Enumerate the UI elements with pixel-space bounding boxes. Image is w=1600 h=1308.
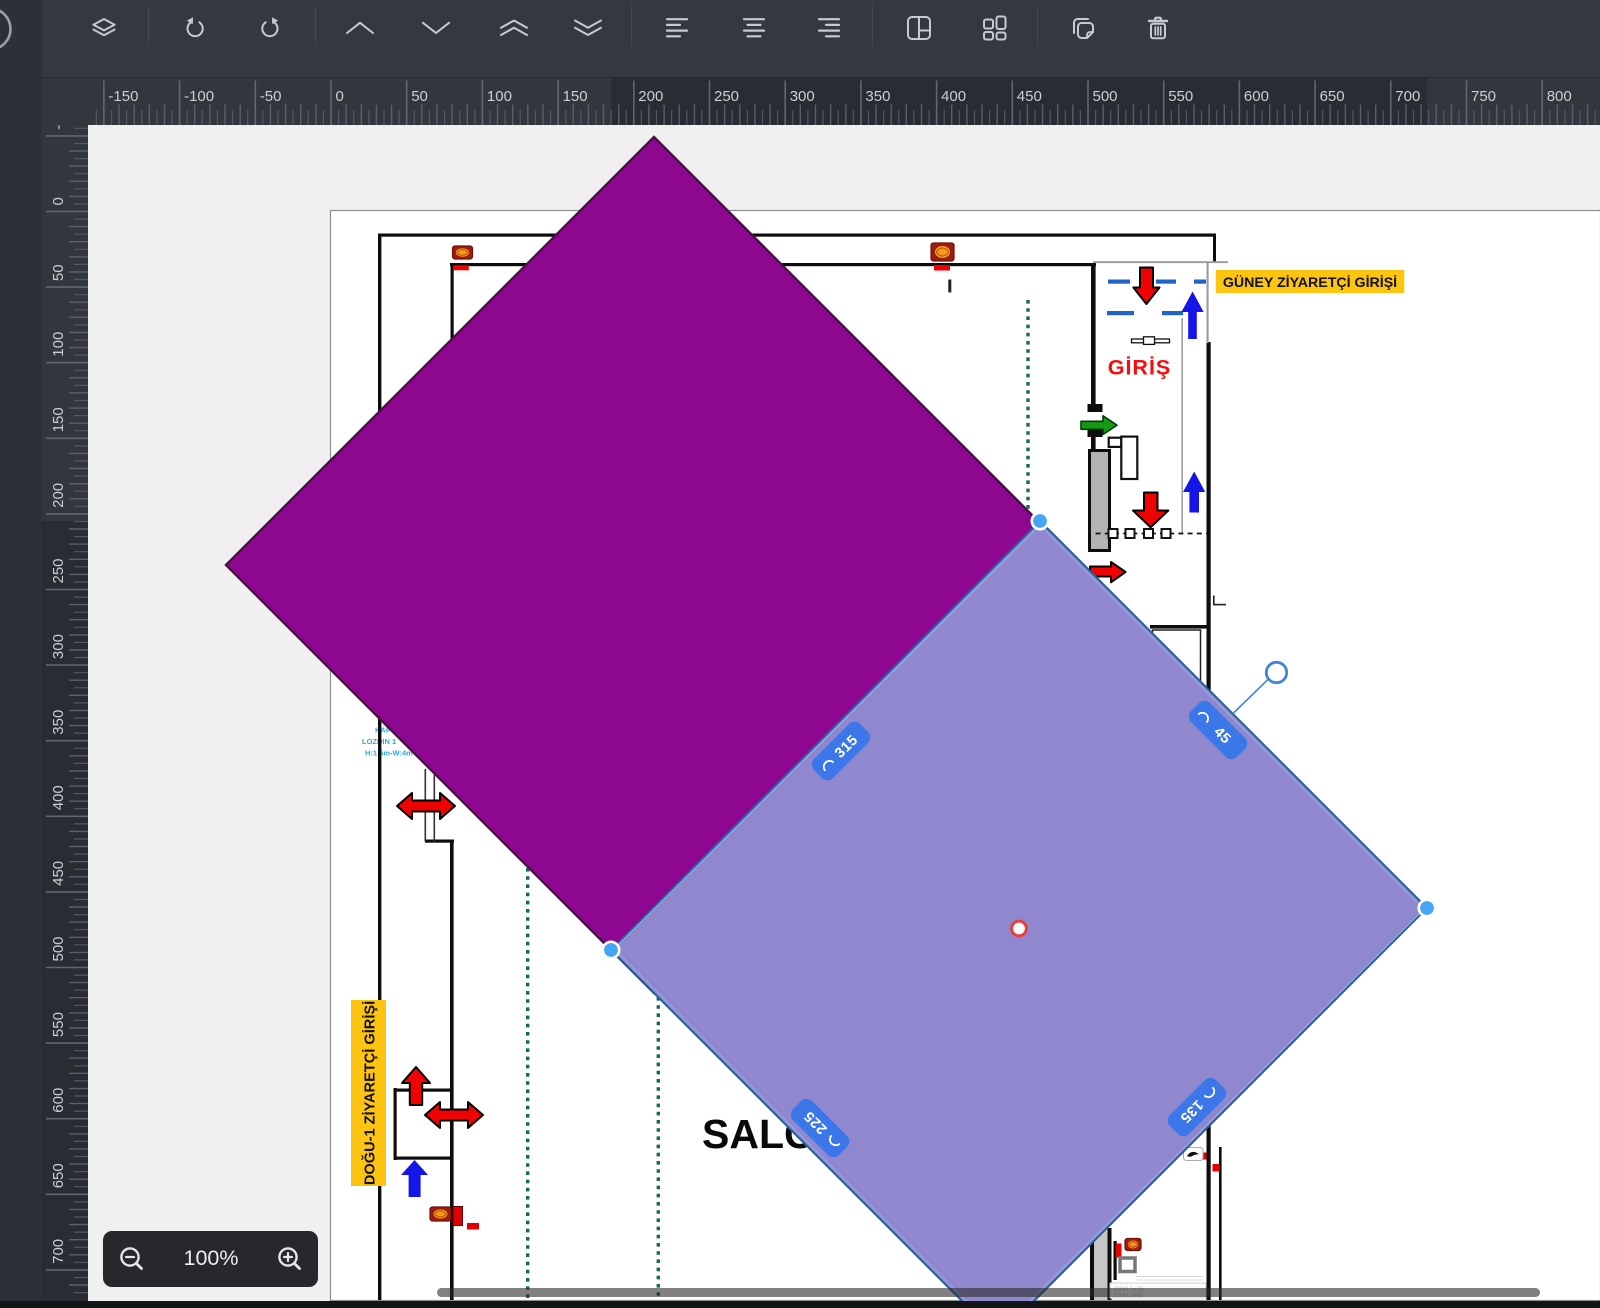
svg-text:350: 350 — [865, 88, 890, 105]
svg-text:700: 700 — [50, 1239, 67, 1264]
svg-text:650: 650 — [1320, 88, 1345, 105]
svg-text:350: 350 — [50, 710, 67, 735]
svg-text:250: 250 — [714, 88, 739, 105]
svg-text:800: 800 — [1547, 88, 1572, 105]
svg-text:250: 250 — [50, 558, 67, 583]
svg-text:550: 550 — [50, 1012, 67, 1037]
svg-text:150: 150 — [563, 88, 588, 105]
svg-text:600: 600 — [1244, 88, 1269, 105]
svg-text:-150: -150 — [108, 88, 138, 105]
svg-text:DOĞU-1 ZİYARETÇİ GİRİŞİ: DOĞU-1 ZİYARETÇİ GİRİŞİ — [361, 1001, 379, 1185]
svg-text:450: 450 — [1017, 88, 1042, 105]
svg-text:400: 400 — [50, 785, 67, 810]
svg-text:100%: 100% — [184, 1246, 239, 1270]
svg-text:550: 550 — [1168, 88, 1193, 105]
svg-text:50: 50 — [50, 264, 67, 281]
svg-text:200: 200 — [50, 483, 67, 508]
svg-text:500: 500 — [50, 936, 67, 961]
svg-text:650: 650 — [50, 1163, 67, 1188]
svg-text:750: 750 — [1471, 88, 1496, 105]
svg-text:500: 500 — [1093, 88, 1118, 105]
svg-text:150: 150 — [50, 407, 67, 432]
svg-text:300: 300 — [50, 634, 67, 659]
svg-text:100: 100 — [50, 332, 67, 357]
svg-text:300: 300 — [790, 88, 815, 105]
svg-text:600: 600 — [50, 1088, 67, 1113]
svg-text:450: 450 — [50, 861, 67, 886]
svg-text:-100: -100 — [184, 88, 214, 105]
svg-text:-50: -50 — [50, 125, 67, 130]
svg-text:50: 50 — [411, 88, 428, 105]
svg-text:100: 100 — [487, 88, 512, 105]
svg-text:200: 200 — [638, 88, 663, 105]
svg-text:GİRİŞ: GİRİŞ — [1108, 356, 1172, 380]
svg-text:0: 0 — [50, 197, 67, 205]
svg-text:700: 700 — [1395, 88, 1420, 105]
svg-text:H:1.5m-W:4m: H:1.5m-W:4m — [365, 749, 413, 758]
svg-text:400: 400 — [941, 88, 966, 105]
svg-text:-50: -50 — [260, 88, 282, 105]
svg-text:GÜNEY ZİYARETÇİ GİRİŞİ: GÜNEY ZİYARETÇİ GİRİŞİ — [1223, 274, 1397, 291]
svg-text:0: 0 — [336, 88, 344, 105]
